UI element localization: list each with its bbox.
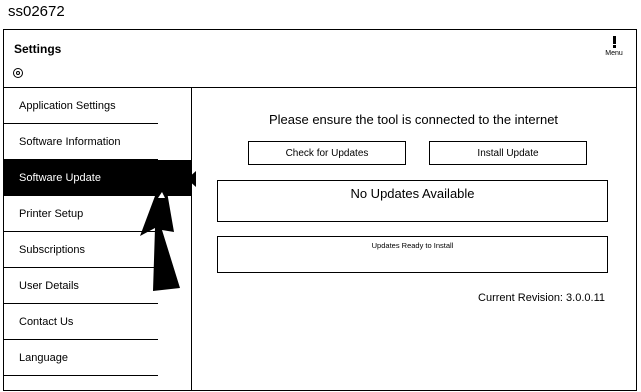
update-status-box: No Updates Available [217, 180, 608, 222]
update-status-text: No Updates Available [350, 186, 475, 201]
sidebar-item-label: Subscriptions [19, 244, 86, 256]
sidebar-item-software-information[interactable]: Software Information [4, 124, 191, 160]
sidebar-item-label: Printer Setup [19, 208, 84, 220]
sidebar-item-label: Contact Us [19, 316, 74, 328]
instruction-text: Please ensure the tool is connected to t… [268, 112, 559, 127]
settings-icon[interactable] [13, 68, 23, 78]
sidebar-item-application-settings[interactable]: Application Settings [4, 88, 191, 124]
sidebar-item-label: Software Information [19, 136, 121, 148]
page-title: Settings [14, 42, 62, 56]
updates-ready-box: Updates Ready to Install [217, 236, 608, 273]
install-update-button[interactable]: Install Update [429, 141, 587, 165]
sidebar-item-label: Application Settings [19, 100, 116, 112]
menu-label: Menu [605, 50, 623, 57]
header: Settings Menu [4, 30, 636, 88]
main-content: Please ensure the tool is connected to t… [192, 88, 635, 388]
pointer-arrow-icon [140, 186, 180, 291]
sidebar-item-label: Software Update [19, 172, 101, 184]
document-id: ss02672 [8, 3, 65, 20]
sidebar-item-label: Language [19, 352, 68, 364]
sidebar-item-language[interactable]: Language [4, 340, 191, 376]
sidebar-item-label: User Details [19, 280, 79, 292]
current-revision: Current Revision: 3.0.0.11 [478, 292, 605, 304]
app-window: Settings Menu Application Settings Softw… [3, 29, 637, 391]
menu-icon [612, 36, 616, 48]
updates-ready-label: Updates Ready to Install [371, 241, 454, 250]
menu-button[interactable]: Menu [600, 36, 628, 57]
check-for-updates-button[interactable]: Check for Updates [248, 141, 406, 165]
sidebar-item-contact-us[interactable]: Contact Us [4, 304, 191, 340]
